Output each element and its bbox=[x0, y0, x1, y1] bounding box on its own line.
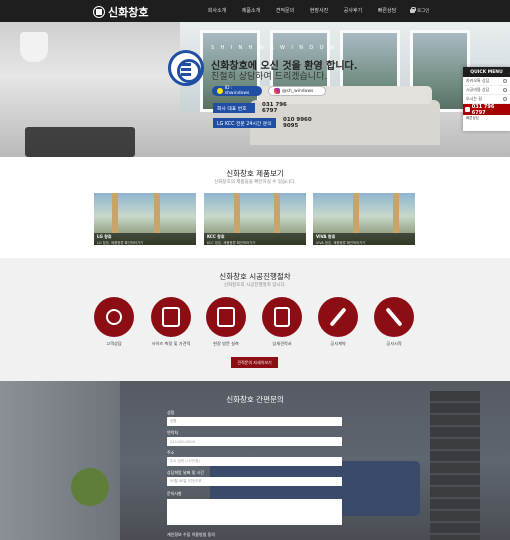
product-desc: LG 창호, 제품종류 확인하러가기 bbox=[97, 241, 144, 245]
logo-emblem-icon bbox=[93, 6, 105, 18]
process-step-label: 고객상담 bbox=[106, 341, 122, 346]
brand-emblem-icon bbox=[168, 50, 204, 86]
process-title: 신화창호 시공진행절차 bbox=[219, 272, 291, 281]
quick-item-kakao-label: 카카오톡 상담 bbox=[466, 78, 490, 83]
products-title: 신화창호 제품보기 bbox=[226, 169, 284, 178]
quick-phone-number: 031 796 6797 bbox=[471, 103, 495, 116]
product-caption: LG 창호 LG 창호, 제품종류 확인하러가기 bbox=[94, 233, 196, 245]
logo-text: 신화창호 bbox=[108, 6, 149, 19]
process-step-measure: 사이즈 측정 및 가견적 bbox=[151, 297, 191, 347]
field-label-datetime: 상담희망 날짜 및 시간 bbox=[167, 470, 204, 475]
top-navigation-bar: 신화창호 회사소개 제품소개 견적문의 현장사진 공사후기 빠른상담 로그인 bbox=[0, 0, 510, 22]
product-caption: VIVA 창호 VIVA 창호, 제품종류 확인하러가기 bbox=[313, 233, 415, 245]
login-label: 로그인 bbox=[417, 9, 430, 14]
datetime-field[interactable]: 00월 00일 오전/오후 bbox=[167, 477, 342, 486]
field-label-name: 성함 bbox=[167, 410, 175, 415]
quick-phone[interactable]: 031 796 6797 bbox=[463, 103, 510, 116]
rep-number-label: 회사 대표 번호 bbox=[213, 103, 255, 113]
product-desc: KCC 창호, 제품종류 확인하러가기 bbox=[207, 241, 256, 245]
instagram-icon bbox=[274, 88, 280, 94]
nav-item-site-photos[interactable]: 현장사진 bbox=[302, 0, 336, 22]
process-step-visit: 현장 방문 실측 bbox=[206, 297, 246, 347]
calendar-icon bbox=[217, 307, 235, 327]
process-step-label: 현장 방문 실측 bbox=[213, 341, 239, 346]
document-icon bbox=[274, 307, 290, 327]
brand-english-name: S H I N H W A W I N D O W bbox=[211, 45, 338, 51]
lg-kcc-number[interactable]: 010 9960 9095 bbox=[279, 117, 324, 129]
lg-kcc-label: LG KCC 전문 24시간 문의 bbox=[213, 118, 276, 128]
process-step-label: 공사계약 bbox=[330, 341, 346, 346]
product-card-kcc[interactable]: KCC 창호 KCC 창호, 제품종류 확인하러가기 bbox=[204, 193, 306, 245]
inquiry-title: 신화창호 간편문의 bbox=[226, 395, 284, 404]
product-card-viva[interactable]: VIVA 창호 VIVA 창호, 제품종류 확인하러가기 bbox=[313, 193, 415, 245]
quick-menu-title: QUICK MENU bbox=[463, 67, 510, 77]
main-nav: 회사소개 제품소개 견적문의 현장사진 공사후기 빠른상담 로그인 bbox=[200, 0, 429, 22]
estimate-detail-button[interactable]: 견적문의 자세히보기 bbox=[231, 357, 278, 368]
privacy-agree-label[interactable]: 개인정보 수집 이용방침 동의 bbox=[167, 532, 215, 538]
address-field[interactable]: 주소 입력 (시/구/동) bbox=[167, 457, 342, 466]
chat-icon bbox=[503, 79, 507, 83]
nav-item-products[interactable]: 제품소개 bbox=[234, 0, 268, 22]
quick-item-cost[interactable]: 시공비용 상담 bbox=[463, 86, 510, 95]
calculator-icon bbox=[162, 307, 180, 327]
kakao-id-chip[interactable]: ID : shwindows bbox=[212, 86, 262, 96]
instagram-chip[interactable]: @sh_windows bbox=[268, 86, 326, 96]
products-subtitle: 신화창호의 제품들을 확인하실 수 있습니다. bbox=[214, 180, 296, 185]
field-label-address: 주소 bbox=[167, 450, 175, 455]
calculator-icon bbox=[503, 88, 507, 92]
name-field[interactable]: 성함 bbox=[167, 417, 342, 426]
product-desc: VIVA 창호, 제품종류 확인하러가기 bbox=[316, 241, 366, 245]
quick-phone-sub: 빠른상담 bbox=[466, 116, 479, 120]
process-step-contract: 공사계약 bbox=[318, 297, 358, 347]
nav-item-about[interactable]: 회사소개 bbox=[200, 0, 234, 22]
product-card-lg[interactable]: LG 창호 LG 창호, 제품종류 확인하러가기 bbox=[94, 193, 196, 245]
product-caption: KCC 창호 KCC 창호, 제품종류 확인하러가기 bbox=[204, 233, 306, 245]
login-link[interactable]: 로그인 bbox=[410, 0, 429, 22]
quick-item-kakao[interactable]: 카카오톡 상담 bbox=[463, 77, 510, 86]
site-logo[interactable]: 신화창호 bbox=[93, 4, 148, 20]
pen-icon bbox=[329, 307, 347, 327]
lock-icon bbox=[410, 7, 416, 13]
nav-item-quick-consult[interactable]: 빠른상담 bbox=[370, 0, 404, 22]
message-textarea[interactable] bbox=[167, 499, 342, 525]
quick-item-cost-label: 시공비용 상담 bbox=[466, 87, 490, 92]
process-subtitle: 신화창호의 시공진행절차 입니다. bbox=[223, 283, 287, 288]
process-step-label: 공사시작 bbox=[386, 341, 402, 346]
nav-item-estimate[interactable]: 견적문의 bbox=[268, 0, 302, 22]
instagram-handle: @sh_windows bbox=[282, 88, 314, 94]
process-step-label: 사이즈 측정 및 가견적 bbox=[151, 341, 191, 346]
hero-table-image bbox=[25, 127, 135, 157]
hero-welcome-sub: 친절히 상담하여 드리겠습니다. bbox=[211, 72, 328, 82]
process-step-construction: 공사시작 bbox=[374, 297, 414, 347]
rep-number[interactable]: 031 796 6797 bbox=[258, 102, 300, 114]
field-label-message: 문의사항 bbox=[167, 491, 182, 496]
field-label-phone: 연락처 bbox=[167, 430, 179, 435]
quick-menu: QUICK MENU 카카오톡 상담 시공비용 상담 오시는 길 031 796… bbox=[463, 67, 510, 131]
process-step-quote: 상세견적서 bbox=[262, 297, 302, 347]
kakao-icon bbox=[217, 88, 223, 94]
map-pin-icon bbox=[503, 97, 507, 101]
hero-lamp-image bbox=[20, 32, 48, 62]
process-step-label: 상세견적서 bbox=[272, 341, 292, 346]
kakao-id-text: ID : shwindows bbox=[224, 86, 250, 96]
nav-item-reviews[interactable]: 공사후기 bbox=[336, 0, 370, 22]
process-step-consult: 고객상담 bbox=[94, 297, 134, 347]
tools-icon bbox=[385, 307, 403, 327]
phone-icon bbox=[465, 107, 470, 112]
quick-item-directions-label: 오시는 길 bbox=[466, 96, 482, 101]
phone-field[interactable]: 010-000-0000 bbox=[167, 437, 342, 446]
phone-icon bbox=[106, 309, 122, 325]
